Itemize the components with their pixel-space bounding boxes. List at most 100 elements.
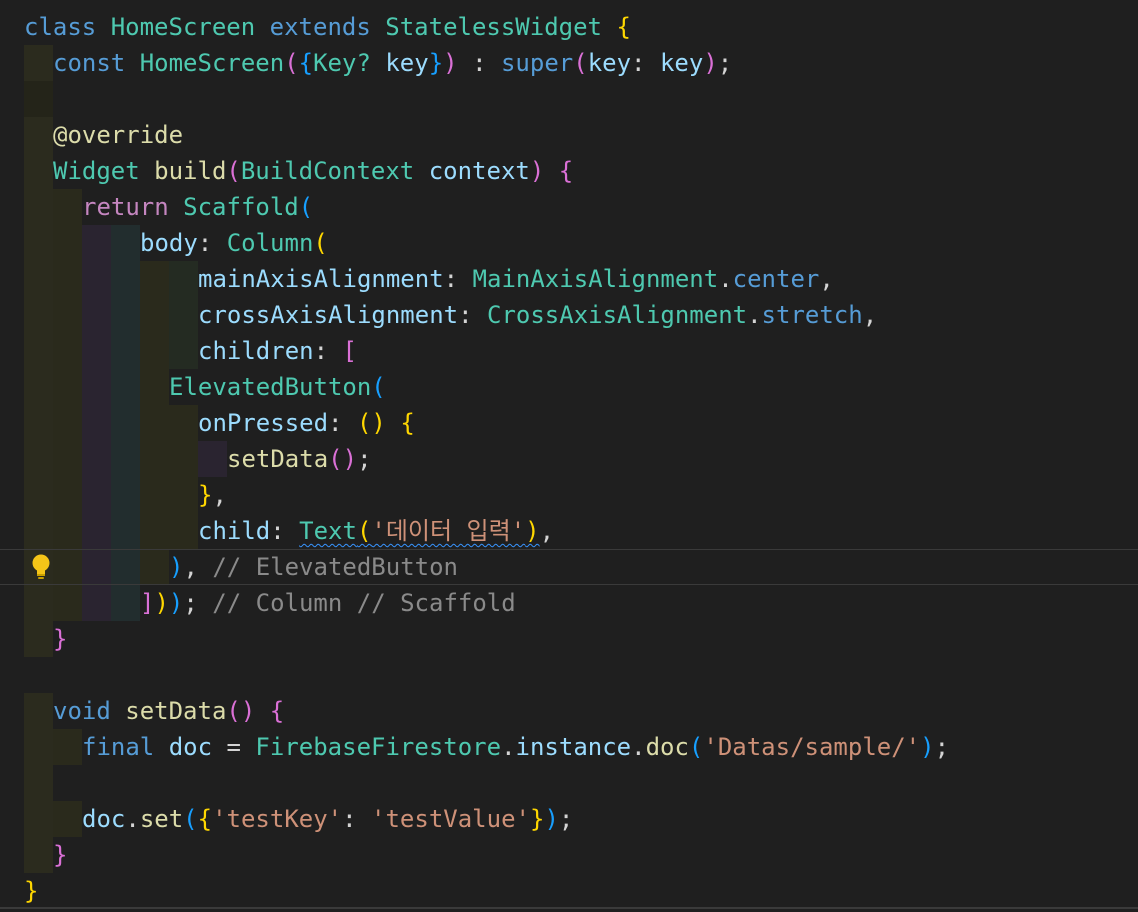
property-name: mainAxisAlignment <box>198 265 444 293</box>
named-arg: key <box>587 49 632 77</box>
bracket: ( <box>284 49 299 77</box>
bracket: ) <box>920 733 935 761</box>
string-literal: 'Datas/sample/' <box>703 733 921 761</box>
operator: = <box>212 733 256 761</box>
bracket: ( <box>226 157 241 185</box>
bracket: } <box>53 625 68 653</box>
bracket: ) <box>525 517 540 545</box>
enum-value: stretch <box>761 301 863 329</box>
code-line-23: doc.set({'testKey': 'testValue'}); <box>82 801 573 837</box>
constructor-name: HomeScreen <box>139 49 285 77</box>
code-line-6: return Scaffold( <box>82 189 313 225</box>
bracket: ) <box>169 553 184 581</box>
bracket: () <box>356 409 386 437</box>
bracket: ) <box>703 49 718 77</box>
bracket: } <box>198 481 213 509</box>
punctuation: , <box>539 517 555 545</box>
param-name: context <box>428 157 530 185</box>
code-line-11: ElevatedButton( <box>169 369 386 405</box>
code-line-24: } <box>53 837 67 873</box>
property-name: children <box>198 337 314 365</box>
punctuation: , <box>212 481 227 509</box>
punctuation: , <box>819 265 834 293</box>
code-line-16: ), // ElevatedButton <box>169 549 458 585</box>
editor-bottom-border <box>0 907 1138 909</box>
indent-guide <box>24 117 53 153</box>
bracket: { <box>269 697 285 725</box>
code-editor[interactable]: class HomeScreen extends StatelessWidget… <box>0 0 1138 912</box>
punctuation: ; <box>183 589 198 617</box>
punctuation: . <box>747 301 762 329</box>
string-literal: '데이터 입력' <box>371 517 526 545</box>
punctuation: . <box>501 733 516 761</box>
punctuation: , <box>862 301 878 329</box>
method-name: build <box>154 157 227 185</box>
widget-name: Column <box>226 229 314 257</box>
punctuation: . <box>125 805 140 833</box>
punctuation: ; <box>934 733 950 761</box>
method-name: setData <box>125 697 227 725</box>
return-type: Widget <box>53 157 140 185</box>
keyword: class <box>24 13 97 41</box>
bracket: ( <box>371 373 386 401</box>
indent-guide <box>53 729 82 765</box>
bracket: () <box>328 445 358 473</box>
bracket: ( <box>573 49 588 77</box>
code-line-9: crossAxisAlignment: CrossAxisAlignment.s… <box>198 297 877 333</box>
punctuation: . <box>631 733 646 761</box>
keyword: final <box>82 733 155 761</box>
variable-name: doc <box>82 805 126 833</box>
code-line-5: Widget build(BuildContext context) { <box>53 153 573 189</box>
annotation: @override <box>53 121 184 149</box>
bracket: () <box>226 697 256 725</box>
bracket: [ <box>342 337 357 365</box>
indent-guide <box>24 45 53 81</box>
class-name: FirebaseFirestore <box>255 733 502 761</box>
bracket: ) <box>154 589 169 617</box>
method-call: set <box>139 805 184 833</box>
punctuation: : <box>270 517 300 545</box>
indent-guide <box>169 405 198 549</box>
indent-guide <box>24 153 53 189</box>
punctuation: : <box>631 49 660 77</box>
bracket: ( <box>313 229 328 257</box>
punctuation: : <box>328 409 357 437</box>
bracket: ) <box>544 805 559 833</box>
enum-name: CrossAxisAlignment <box>487 301 748 329</box>
lightbulb-icon[interactable] <box>30 553 52 581</box>
property-name: body <box>140 229 198 257</box>
punctuation: . <box>718 265 733 293</box>
code-line-17: ])); // Column // Scaffold <box>140 585 516 621</box>
code-line-25: } <box>24 873 38 909</box>
base-class: StatelessWidget <box>385 13 603 41</box>
indent-guide <box>169 261 198 369</box>
indent-guide <box>53 189 82 225</box>
keyword: const <box>53 49 126 77</box>
lint-warning-underline[interactable]: Text('데이터 입력') <box>299 517 539 545</box>
closing-label-comment: // Column // Scaffold <box>212 589 516 617</box>
type-name: BuildContext <box>240 157 415 185</box>
indent-guide <box>24 81 53 117</box>
closing-label-comment: // ElevatedButton <box>212 553 458 581</box>
string-literal: 'testKey' <box>212 805 343 833</box>
bracket: { <box>616 13 631 41</box>
keyword: void <box>53 697 111 725</box>
bracket: ( <box>298 193 314 221</box>
indent-guide <box>24 693 53 873</box>
widget-name: Text <box>299 517 357 545</box>
property-name: onPressed <box>198 409 329 437</box>
bracket: ] <box>140 589 155 617</box>
method-call: setData <box>227 445 329 473</box>
code-line-20: void setData() { <box>53 693 284 729</box>
bracket: } <box>529 805 545 833</box>
punctuation: , <box>183 553 198 581</box>
widget-name: ElevatedButton <box>169 373 372 401</box>
punctuation: : <box>197 229 227 257</box>
type-name: Key? <box>313 49 371 77</box>
bracket: { <box>558 157 574 185</box>
punctuation: ; <box>357 445 372 473</box>
bracket: ( <box>183 805 198 833</box>
indent-guide <box>53 801 82 837</box>
string-literal: 'testValue' <box>371 805 530 833</box>
operator: : <box>457 49 501 77</box>
